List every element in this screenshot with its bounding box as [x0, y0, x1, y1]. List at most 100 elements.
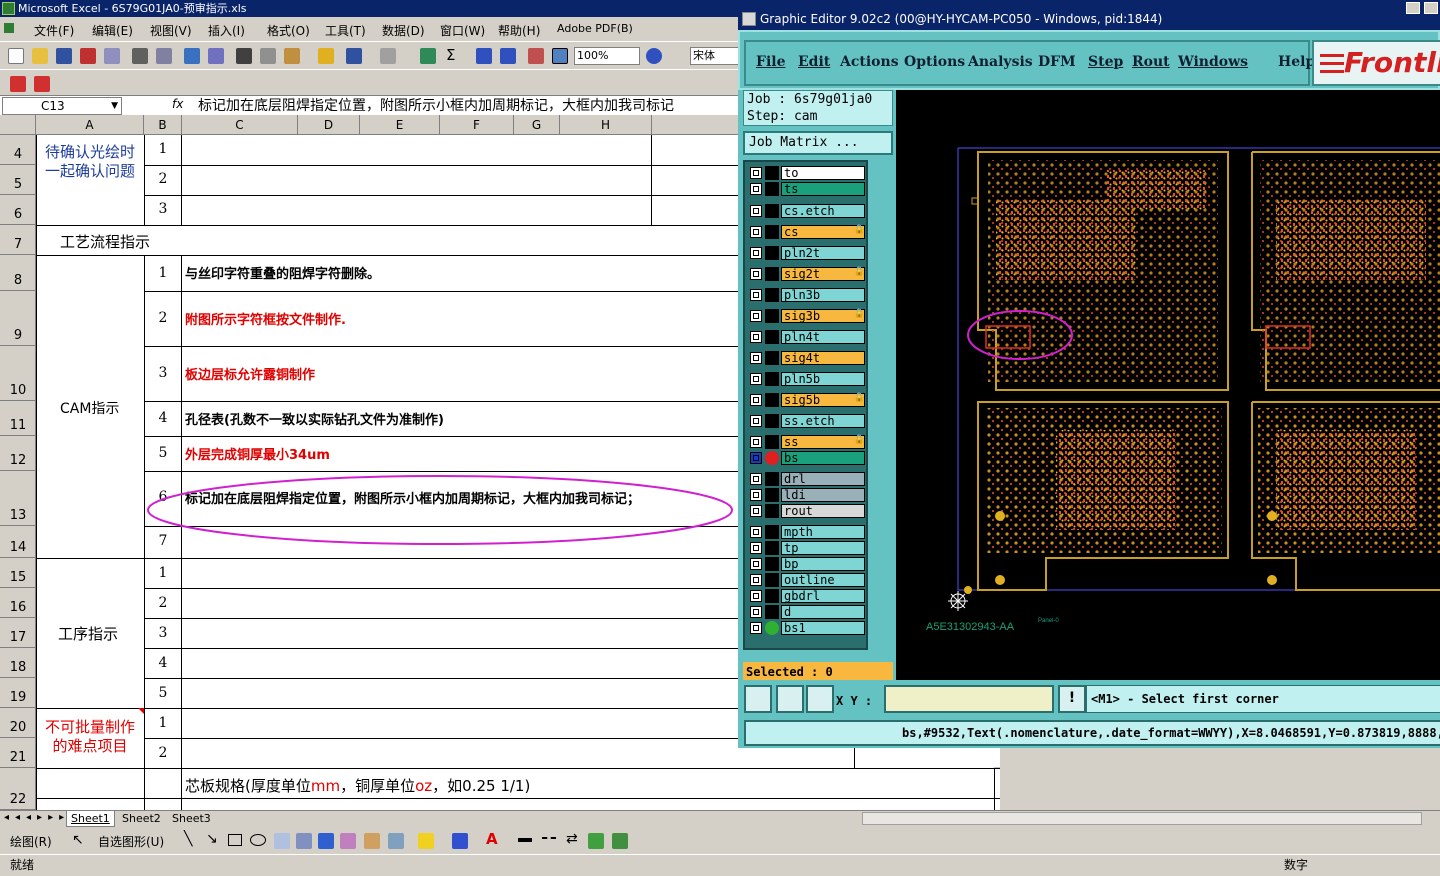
layer-checkbox[interactable] [750, 505, 762, 517]
layer-name[interactable]: drl [781, 472, 865, 486]
layer-checkbox[interactable] [750, 574, 762, 586]
menu-file[interactable]: File [756, 54, 785, 70]
maximize-button[interactable] [1424, 2, 1438, 14]
menu-format[interactable]: 格式(O) [267, 22, 310, 39]
layer-checkbox[interactable] [750, 289, 762, 301]
layer-status-swatch[interactable] [765, 288, 779, 302]
layer-row-ts[interactable]: ts [749, 182, 867, 196]
arrow-icon[interactable]: ↘ [206, 831, 218, 847]
fill-color-icon[interactable] [418, 833, 434, 849]
row-header-6[interactable]: 6 [0, 195, 36, 225]
help-icon[interactable] [646, 48, 662, 64]
process-item-number[interactable]: 2 [145, 595, 181, 611]
hyperlink-icon[interactable] [420, 48, 436, 64]
print-icon[interactable] [132, 48, 148, 64]
tab-sheet1[interactable]: Sheet1 [66, 811, 115, 827]
font-select[interactable]: 宋体 [690, 47, 740, 65]
layer-name[interactable]: bs1 [781, 621, 865, 635]
menu-help[interactable]: Help [1278, 54, 1315, 70]
print-preview-icon[interactable] [156, 48, 172, 64]
layer-checkbox[interactable] [750, 452, 762, 464]
layer-row-cs-etch[interactable]: cs.etch [749, 204, 867, 218]
research-icon[interactable] [208, 48, 224, 64]
minimize-button[interactable] [1406, 2, 1420, 14]
picture-icon[interactable] [388, 833, 404, 849]
row-header-21[interactable]: 21 [0, 738, 36, 768]
column-header-b[interactable]: B [144, 115, 182, 135]
layer-checkbox[interactable] [750, 373, 762, 385]
open-icon[interactable] [32, 48, 48, 64]
chart-wizard-icon[interactable] [528, 48, 544, 64]
column-header-d[interactable]: D [298, 115, 360, 135]
process-item-number[interactable]: 1 [145, 565, 181, 581]
rectangle-icon[interactable] [228, 834, 242, 846]
layer-name[interactable]: ts [781, 182, 865, 196]
xy-coordinate-input[interactable] [884, 685, 1054, 713]
layer-name[interactable]: bs [781, 451, 865, 465]
layer-status-swatch[interactable] [765, 182, 779, 196]
menu-window[interactable]: 窗口(W) [440, 22, 485, 39]
layer-row-bs[interactable]: bs [749, 451, 867, 465]
layer-row-gbdrl[interactable]: gbdrl [749, 589, 867, 603]
column-header-f[interactable]: F [440, 115, 514, 135]
cam-item-number[interactable]: 2 [145, 310, 181, 326]
tab-sheet2[interactable]: Sheet2 [118, 811, 165, 827]
textbox-icon[interactable] [274, 833, 290, 849]
layer-checkbox[interactable] [750, 622, 762, 634]
undo-icon[interactable] [346, 48, 362, 64]
row-header-5[interactable]: 5 [0, 165, 36, 195]
layer-name[interactable]: bp [781, 557, 865, 571]
copy-icon[interactable] [260, 48, 276, 64]
column-header-h[interactable]: H [560, 115, 652, 135]
row-header-4[interactable]: 4 [0, 135, 36, 165]
menu-windows[interactable]: Windows [1178, 54, 1248, 70]
process-item-number[interactable]: 3 [145, 625, 181, 641]
menu-dfm[interactable]: DFM [1038, 54, 1076, 70]
process-flow-header[interactable]: 工艺流程指示 [60, 231, 150, 252]
convert-pdf-email-icon[interactable] [34, 76, 50, 92]
layer-checkbox[interactable] [750, 526, 762, 538]
menu-insert[interactable]: 插入(I) [208, 22, 245, 39]
snap-grid-icon[interactable] [806, 685, 834, 713]
save-icon[interactable] [56, 48, 72, 64]
comment-indicator[interactable] [138, 708, 144, 714]
layer-status-swatch[interactable] [765, 435, 779, 449]
layer-row-pln3b[interactable]: pln3b [749, 288, 867, 302]
workbook-icon[interactable] [4, 23, 14, 33]
layer-status-swatch[interactable] [765, 372, 779, 386]
layer-status-swatch[interactable] [765, 204, 779, 218]
difficult-item-number[interactable]: 2 [145, 745, 181, 761]
layer-status-swatch[interactable] [765, 541, 779, 555]
layer-row-outline[interactable]: outline [749, 573, 867, 587]
measure-icon[interactable] [776, 685, 804, 713]
layer-checkbox[interactable] [750, 394, 762, 406]
row-header-7[interactable]: 7 [0, 225, 36, 255]
layer-name[interactable]: ldi [781, 488, 865, 502]
layer-name[interactable]: cs [781, 225, 865, 239]
layer-row-sig4t[interactable]: sig4t [749, 351, 867, 365]
column-header-a[interactable]: A [36, 115, 144, 135]
layer-status-swatch[interactable] [765, 166, 779, 180]
cam-item-number[interactable]: 3 [145, 365, 181, 381]
arrow-style-icon[interactable]: ⇄ [566, 831, 578, 847]
layer-name[interactable]: mpth [781, 525, 865, 539]
shadow-style-icon[interactable] [588, 833, 604, 849]
difficult-item-number[interactable]: 1 [145, 715, 181, 731]
layer-checkbox[interactable] [750, 558, 762, 570]
layer-status-swatch[interactable] [765, 225, 779, 239]
difficult-items-label[interactable]: 不可批量制作的难点项目 [38, 718, 142, 756]
row-header-9[interactable]: 9 [0, 291, 36, 346]
layer-row-ldi[interactable]: ldi [749, 488, 867, 502]
row-header-16[interactable]: 16 [0, 588, 36, 618]
job-matrix-button[interactable]: Job Matrix ... [743, 131, 893, 155]
autoshapes-menu[interactable]: 自选图形(U) [98, 833, 164, 850]
process-item-number[interactable]: 4 [145, 655, 181, 671]
layer-row-cs[interactable]: cs 🔒 [749, 225, 867, 239]
layer-row-bp[interactable]: bp [749, 557, 867, 571]
exclamation-icon[interactable]: ! [1058, 685, 1086, 713]
cut-icon[interactable] [236, 48, 252, 64]
menu-options[interactable]: Options [904, 54, 965, 70]
row-header-11[interactable]: 11 [0, 401, 36, 436]
layer-name[interactable]: pln4t [781, 330, 865, 344]
layer-name[interactable]: gbdrl [781, 589, 865, 603]
